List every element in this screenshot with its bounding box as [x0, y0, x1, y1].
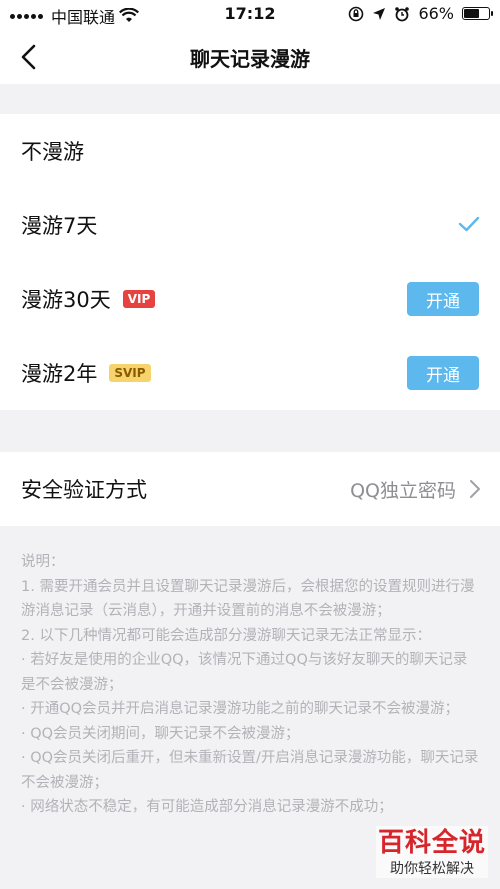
svip-badge: SVIP	[109, 364, 151, 382]
option-label: 漫游2年	[21, 362, 98, 386]
page-title: 聊天记录漫游	[190, 47, 310, 71]
option-no-roaming[interactable]: 不漫游	[0, 114, 500, 188]
option-label: 漫游30天	[21, 288, 111, 312]
battery-percent: 66%	[418, 4, 454, 23]
security-verification-row[interactable]: 安全验证方式 QQ独立密码	[0, 452, 500, 526]
roaming-options: 不漫游 漫游7天 漫游30天 VIP 开通 漫游2年 SVIP 开通	[0, 114, 500, 410]
option-label: 漫游7天	[21, 214, 98, 238]
note-item: · 开通QQ会员并开启消息记录漫游功能之前的聊天记录不会被漫游；	[21, 701, 460, 717]
status-right: 66%	[348, 4, 493, 23]
nav-bar: 聊天记录漫游	[0, 30, 500, 84]
rotation-lock-icon	[349, 6, 364, 21]
watermark-main: 百科全说	[377, 828, 486, 858]
checkmark-icon	[458, 216, 480, 232]
note-item: 1. 需要开通会员并且设置聊天记录漫游后，会根据您的设置规则进行漫游消息记录（云…	[21, 578, 475, 620]
watermark-sub: 助你轻松解决	[390, 861, 474, 877]
location-icon	[373, 7, 386, 20]
notes-heading: 说明：	[21, 554, 65, 570]
security-label: 安全验证方式	[21, 478, 147, 502]
activate-2-years-button[interactable]: 开通	[407, 356, 479, 390]
battery-icon	[462, 7, 493, 20]
watermark-logo: 百科全说 助你轻松解决	[376, 826, 488, 878]
option-label: 不漫游	[21, 140, 84, 164]
note-item: · QQ会员关闭期间，聊天记录不会被漫游；	[21, 725, 300, 742]
option-roaming-30-days[interactable]: 漫游30天 VIP 开通	[0, 262, 500, 336]
battery-fill	[464, 9, 479, 18]
status-bar: 中国联通 17:12 66%	[0, 0, 500, 30]
note-item: 2. 以下几种情况都可能会造成部分漫游聊天记录无法正常显示：	[21, 627, 431, 644]
note-item: · 若好友是使用的企业QQ，该情况下通过QQ与该好友聊天的聊天记录是不会被漫游；	[21, 652, 468, 693]
notes-section: 说明： 1. 需要开通会员并且设置聊天记录漫游后，会根据您的设置规则进行漫游消息…	[21, 550, 481, 820]
vip-badge: VIP	[122, 290, 156, 308]
alarm-icon	[395, 6, 410, 21]
activate-30-days-button[interactable]: 开通	[407, 282, 479, 316]
option-roaming-7-days[interactable]: 漫游7天	[0, 188, 500, 262]
note-item: · 网络状态不稳定，有可能造成部分消息记录漫游不成功；	[21, 799, 393, 815]
note-item: · QQ会员关闭后重开，但未重新设置/开启消息记录漫游功能，聊天记录不会被漫游；	[21, 750, 479, 791]
option-roaming-2-years[interactable]: 漫游2年 SVIP 开通	[0, 336, 500, 410]
security-value: QQ独立密码	[350, 480, 456, 502]
chevron-right-icon	[470, 480, 480, 498]
